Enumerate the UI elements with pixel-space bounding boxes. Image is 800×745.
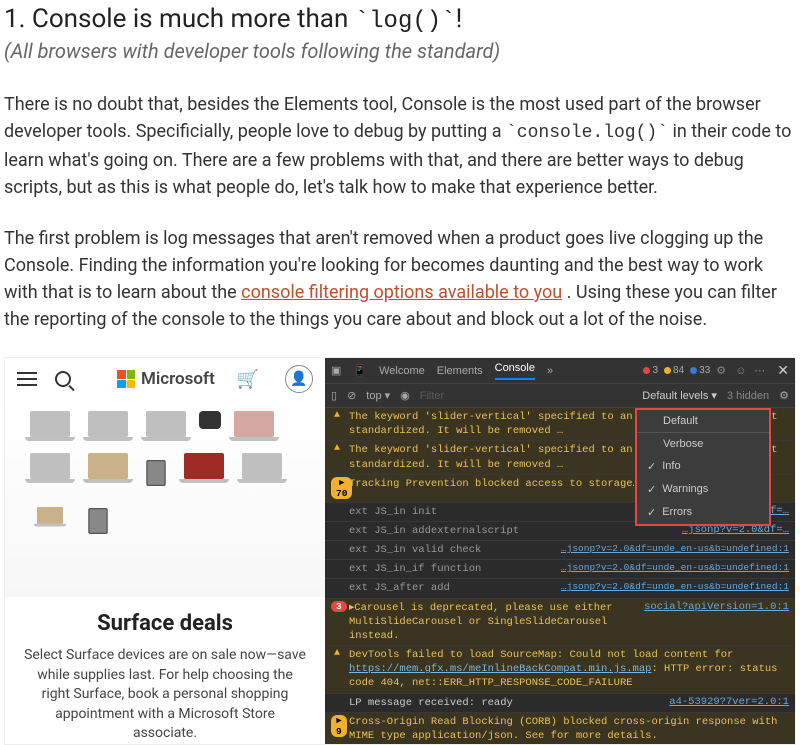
product-laptop: [83, 453, 133, 487]
line-icon: ▸ 9: [331, 715, 343, 738]
line-icon: ▲: [331, 648, 343, 659]
product-accessory: [199, 411, 221, 429]
promo-body: Select Surface devices are on sale now—s…: [23, 646, 307, 744]
line-message: ext JS_in init: [349, 505, 676, 519]
ms-logo-icon: [117, 370, 135, 388]
console-line: LP message received: ready a4-53929?7ver=…: [325, 694, 795, 713]
product-laptop: [25, 411, 75, 445]
hidden-count: 3 hidden: [727, 390, 769, 402]
product-laptop: [179, 453, 229, 487]
warn-count-badge[interactable]: 84: [664, 365, 684, 376]
heading-text-b: !: [456, 4, 463, 34]
console-line: 3 ▸Carousel is deprecated, please use eit…: [325, 599, 795, 647]
hamburger-icon[interactable]: [17, 372, 37, 386]
levels-menu-popup: Default Verbose ✓Info ✓Warnings ✓Errors: [635, 408, 771, 526]
line-source-link[interactable]: …jsonp?v=2.0&df=unde_en-us&b=undefined:1: [561, 581, 789, 592]
levels-dropdown[interactable]: Default levels ▾: [642, 389, 717, 402]
product-laptop: [141, 411, 191, 445]
line-icon: 3: [331, 601, 343, 613]
levels-menu-item[interactable]: ✓Errors: [637, 501, 769, 524]
product-laptop: [25, 453, 75, 487]
console-line: ext JS_in valid check …jsonp?v=2.0&df=und…: [325, 541, 795, 560]
clear-console-icon[interactable]: ⊘: [347, 389, 356, 402]
heading-text-a: 1. Console is much more than: [4, 4, 355, 34]
devtools-screenshot: Microsoft 🛒 👤 Surface deals: [4, 357, 796, 745]
devtools-tab-bar: ▣ 📱 Welcome Elements Console » 3 84 33 ⚙…: [325, 358, 795, 384]
console-line: ext JS_in_if function …jsonp?v=2.0&df=und…: [325, 560, 795, 579]
line-message: ext JS_after add: [349, 581, 555, 595]
levels-menu-item[interactable]: Default: [637, 410, 769, 433]
search-icon[interactable]: [55, 371, 71, 387]
kebab-icon[interactable]: ⋯: [754, 364, 767, 377]
feedback-icon[interactable]: ☺: [735, 365, 748, 377]
checkmark-icon: ✓: [647, 483, 656, 496]
line-message: ▸Carousel is deprecated, please use eith…: [349, 601, 638, 644]
line-message: Cross-Origin Read Blocking (CORB) blocke…: [349, 715, 789, 743]
tab-welcome[interactable]: Welcome: [379, 365, 425, 377]
context-selector[interactable]: top ▾: [366, 389, 390, 402]
heading-code: `log()`: [355, 8, 456, 35]
levels-menu-item[interactable]: ✓Info: [637, 455, 769, 478]
promo-title: Surface deals: [23, 611, 307, 636]
status-badges: 3 84 33 ⚙ ☺ ⋯ ✕: [643, 362, 789, 379]
product-laptop: [237, 453, 287, 487]
line-source-link[interactable]: a4-53929?7ver=2.0:1: [669, 696, 789, 708]
promo-block: Surface deals Select Surface devices are…: [5, 597, 325, 744]
checkmark-icon: ✓: [647, 460, 656, 473]
tab-elements[interactable]: Elements: [437, 365, 483, 377]
filter-input[interactable]: Filter: [420, 390, 633, 402]
console-toolbar: ▯ ⊘ top ▾ ◉ Filter Default levels ▾ 3 hi…: [325, 384, 795, 408]
intro-paragraph-1: There is no doubt that, besides the Elem…: [4, 91, 796, 201]
line-message: DevTools failed to load SourceMap: Could…: [349, 648, 789, 691]
line-icon: ▸ 70: [331, 477, 343, 500]
ms-logo-text: Microsoft: [141, 369, 215, 389]
line-message: LP message received: ready: [349, 696, 663, 710]
console-line: ext JS_after add …jsonp?v=2.0&df=unde_en-…: [325, 579, 795, 598]
product-hero-image: [5, 401, 325, 597]
section-heading: 1. Console is much more than `log()`!: [4, 4, 796, 35]
checkmark-icon: ✓: [647, 506, 656, 519]
line-message: ext JS_in_if function: [349, 562, 555, 576]
source-link[interactable]: https://mem.gfx.ms/meInlineBackCompat.mi…: [349, 663, 651, 675]
user-icon[interactable]: 👤: [285, 365, 313, 393]
settings-gear-icon[interactable]: ⚙: [779, 389, 789, 402]
product-tablet: [88, 508, 108, 534]
tab-more[interactable]: »: [547, 365, 553, 377]
ms-logo[interactable]: Microsoft: [117, 369, 215, 389]
product-tablet: [146, 460, 166, 486]
line-message: ext JS_in valid check: [349, 543, 555, 557]
devtools-panel: ▣ 📱 Welcome Elements Console » 3 84 33 ⚙…: [325, 358, 795, 744]
tab-console[interactable]: Console: [495, 362, 535, 380]
live-expression-icon[interactable]: ◉: [400, 389, 410, 402]
inspect-icon[interactable]: ▣: [331, 364, 341, 377]
product-laptop: [229, 411, 279, 445]
product-laptop: [83, 411, 133, 445]
line-message: ext JS_in addexternalscript: [349, 524, 676, 538]
ms-store-page: Microsoft 🛒 👤 Surface deals: [5, 358, 325, 744]
product-laptop: [34, 507, 67, 529]
info-count-badge[interactable]: 33: [690, 365, 710, 376]
line-source-link[interactable]: …jsonp?v=2.0&df=unde_en-us&b=undefined:1: [561, 543, 789, 554]
intro-paragraph-2: The first problem is log messages that a…: [4, 225, 796, 333]
section-subtitle: (All browsers with developer tools follo…: [4, 39, 796, 63]
levels-menu-item[interactable]: ✓Warnings: [637, 478, 769, 501]
line-source-link[interactable]: …jsonp?v=2.0&df=unde_en-us&b=undefined:1: [561, 562, 789, 573]
ms-header: Microsoft 🛒 👤: [5, 358, 325, 401]
device-icon[interactable]: 📱: [353, 364, 367, 377]
gear-icon[interactable]: ⚙: [716, 364, 729, 377]
p1-code: `console.log()`: [506, 123, 668, 143]
close-icon[interactable]: ✕: [777, 362, 789, 379]
cart-icon[interactable]: 🛒: [237, 369, 259, 390]
line-source-link[interactable]: social?apiVersion=1.0:1: [644, 601, 789, 613]
line-icon: ▲: [331, 443, 343, 454]
error-count-badge[interactable]: 3: [643, 365, 658, 376]
console-line: ▸ 9 Cross-Origin Read Blocking (CORB) blo…: [325, 713, 795, 744]
console-filtering-link[interactable]: console filtering options available to y…: [241, 282, 562, 303]
levels-menu-item[interactable]: Verbose: [637, 433, 769, 455]
sidebar-toggle-icon[interactable]: ▯: [331, 389, 337, 402]
console-line: ▲ DevTools failed to load SourceMap: Coul…: [325, 646, 795, 694]
line-icon: ▲: [331, 410, 343, 421]
